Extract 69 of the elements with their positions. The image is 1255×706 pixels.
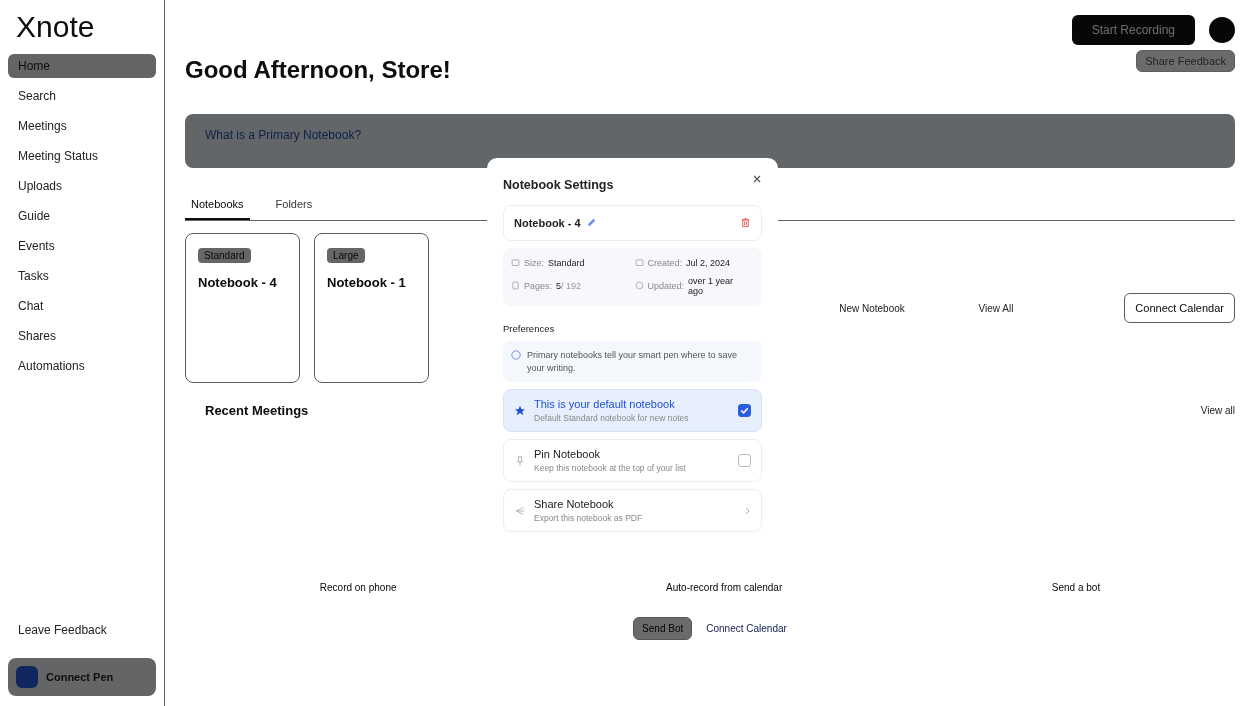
info-value: Jul 2, 2024 — [686, 257, 731, 268]
recording-option[interactable]: Auto-record from calendar — [666, 582, 783, 593]
trash-icon[interactable] — [740, 217, 751, 229]
sidebar-item[interactable]: Chat — [8, 294, 156, 318]
recording-option[interactable]: Record on phone — [319, 582, 397, 593]
sidebar-item[interactable]: Events — [8, 234, 156, 258]
option-description: Default Standard notebook for new notes — [534, 413, 690, 424]
section-heading: Preferences — [503, 322, 556, 334]
notebook-name-field[interactable]: Notebook - 4 — [503, 204, 762, 241]
option-description: Export this notebook as PDF — [534, 513, 644, 524]
notebook-name: Notebook - 4 — [198, 275, 277, 290]
dialog-title: Notebook Settings — [503, 177, 614, 192]
book-icon — [511, 258, 520, 268]
sidebar-item[interactable]: Automations — [8, 354, 156, 378]
info-label: Size: — [524, 257, 544, 268]
tab[interactable]: Notebooks — [185, 190, 250, 220]
info-label: Updated: — [647, 280, 685, 291]
info-value: Standard — [548, 257, 585, 268]
notebook-action[interactable]: New Notebook — [817, 302, 927, 314]
banner-title: What is a Primary Notebook? — [205, 128, 362, 142]
star-icon — [514, 404, 526, 417]
greeting-heading: Good Afternoon, Store! — [185, 56, 451, 84]
info-value: over 1 year ago — [688, 275, 735, 296]
hint-text: Primary notebooks tell your smart pen where to save your writing. — [527, 348, 739, 375]
option-title: Pin Notebook — [534, 448, 602, 461]
info-label: Pages: — [524, 280, 553, 291]
option-title: Share Notebook — [534, 498, 615, 511]
sidebar-item[interactable]: Shares — [8, 324, 156, 348]
sidebar-item[interactable]: Uploads — [8, 174, 156, 198]
pen-icon — [16, 666, 38, 688]
option-title: This is your default notebook — [534, 398, 676, 411]
sidebar-item[interactable]: Meeting Status — [8, 144, 156, 168]
size-tag: Standard — [198, 248, 251, 263]
tab[interactable]: Folders — [269, 190, 319, 220]
sidebar-item[interactable]: Meetings — [8, 114, 156, 138]
connect-calendar-chip[interactable]: Connect Calendar — [1124, 293, 1235, 323]
start-recording-button[interactable]: Start Recording — [1071, 15, 1195, 45]
info-label: Created: — [647, 257, 683, 268]
checkbox[interactable] — [738, 454, 751, 468]
sidebar-item[interactable]: Tasks — [8, 264, 156, 288]
preference-row[interactable]: Share Notebook Export this notebook as PDF — [503, 489, 762, 533]
recording-option[interactable]: Send a bot — [1051, 582, 1101, 593]
pencil-icon[interactable] — [585, 217, 597, 229]
info-icon — [511, 349, 521, 360]
calendar-icon — [634, 258, 644, 268]
preference-row[interactable]: Pin Notebook Keep this notebook at the top of your list — [503, 439, 762, 483]
share-icon — [514, 504, 526, 517]
connect-calendar-link[interactable]: Connect Calendar — [706, 623, 787, 634]
close-icon[interactable] — [752, 173, 762, 184]
app-logo: Xnote — [15, 10, 96, 44]
clock-icon — [634, 281, 644, 291]
notebook-card[interactable]: Large Notebook - 1 — [314, 233, 429, 383]
avatar[interactable] — [1209, 17, 1235, 43]
pin-icon — [514, 454, 526, 467]
page-icon — [511, 281, 520, 291]
option-description: Keep this notebook at the top of your list — [534, 463, 687, 474]
sidebar-item[interactable]: Search — [8, 84, 156, 108]
notebook-card[interactable]: Standard Notebook - 4 — [185, 233, 300, 383]
chevron-icon — [743, 505, 751, 516]
notebook-name: Notebook - 1 — [327, 275, 406, 290]
section-title: Recent Meetings — [205, 403, 309, 418]
size-tag: Large — [327, 248, 365, 263]
checkbox[interactable] — [738, 404, 751, 418]
send-bot-button[interactable]: Send Bot — [633, 617, 693, 640]
info-value: 5/ 192 — [556, 280, 582, 291]
leave-feedback-link[interactable]: Leave Feedback — [8, 618, 156, 642]
sidebar-item[interactable]: Guide — [8, 204, 156, 228]
notebook-action[interactable]: View All — [941, 302, 1051, 314]
view-all-link[interactable]: View all — [1200, 405, 1235, 416]
